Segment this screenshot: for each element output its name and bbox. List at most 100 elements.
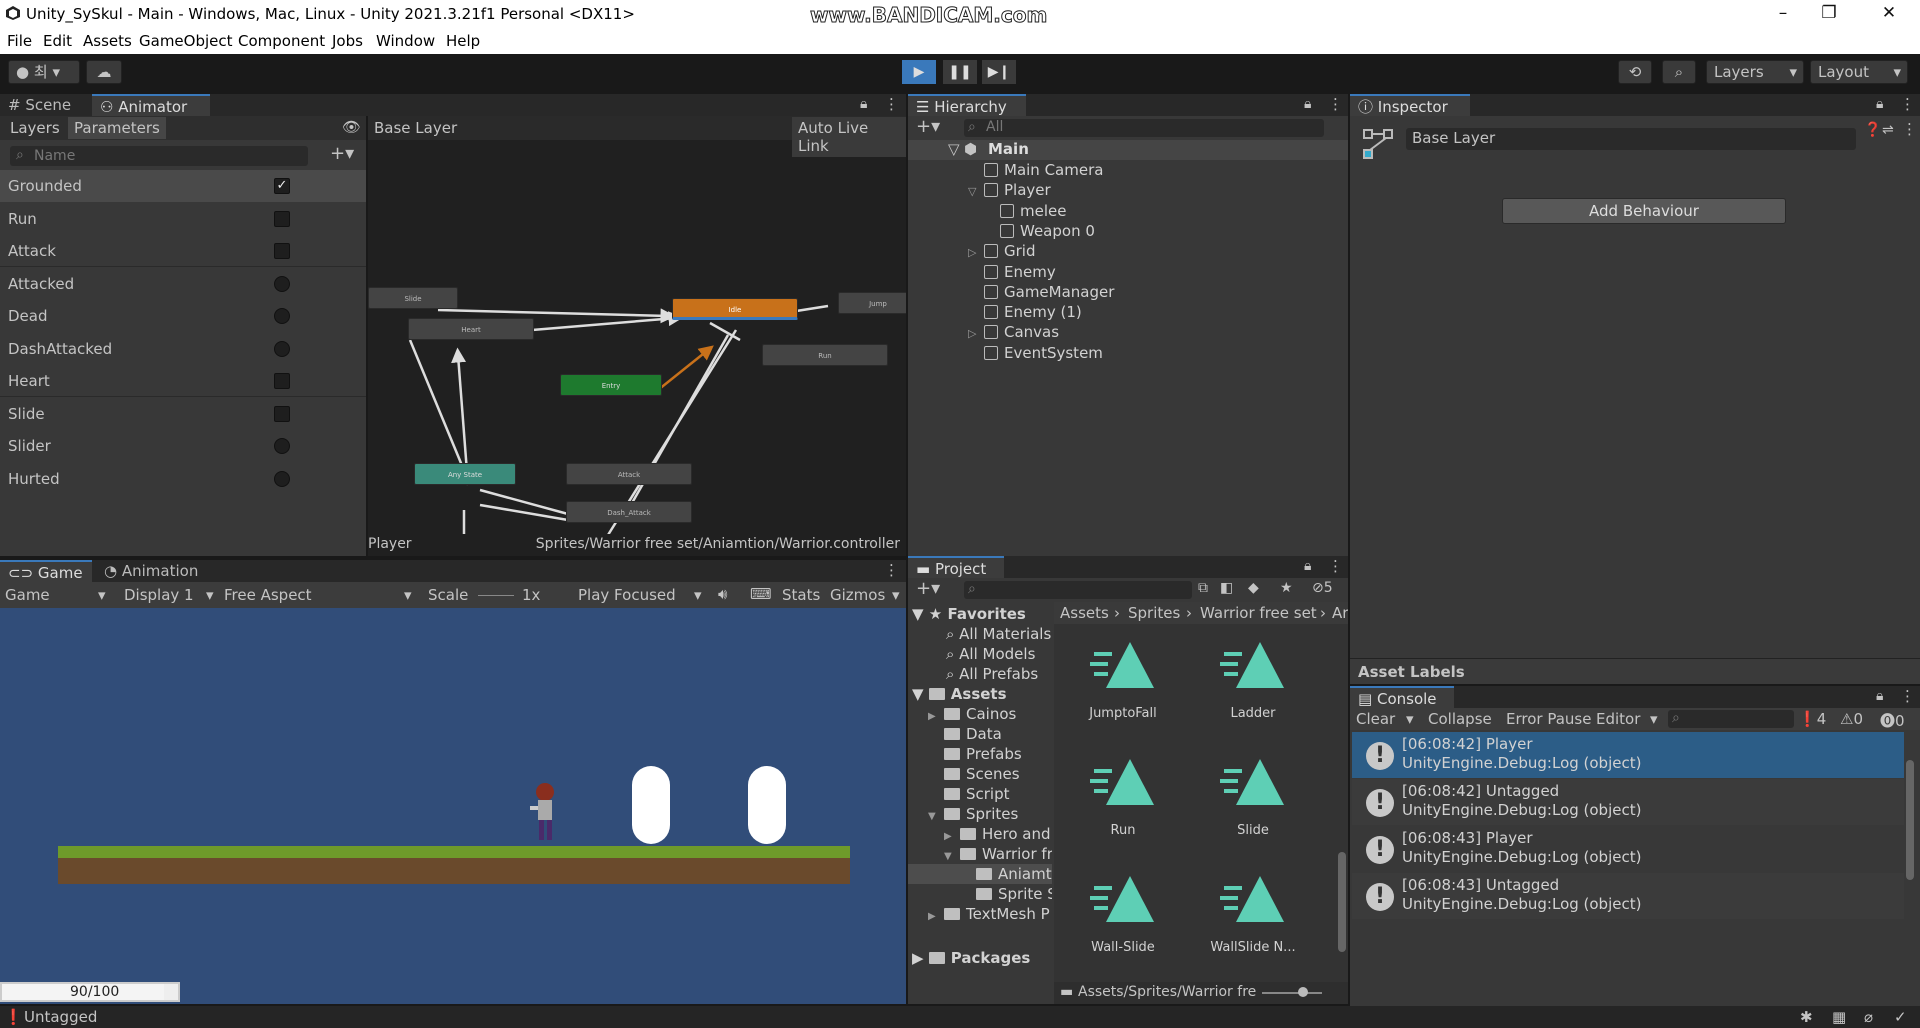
kebab-menu-icon[interactable]: ⋮: [884, 561, 899, 579]
parameter-search-input[interactable]: ⌕ Name: [10, 146, 308, 166]
tab-inspector[interactable]: ⓘ Inspector: [1350, 94, 1470, 116]
hierarchy-item[interactable]: ▷ Canvas: [968, 322, 1059, 342]
hidden-packages-icon[interactable]: ⊘5: [1312, 580, 1333, 596]
animation-clip-asset[interactable]: Run: [1068, 753, 1178, 838]
scene-row[interactable]: ▽ ⬢ Main: [908, 140, 1348, 160]
parameter-row-hurted[interactable]: Hurted: [0, 463, 366, 495]
status-message[interactable]: Untagged: [24, 1008, 97, 1026]
step-button[interactable]: ▶❙: [982, 60, 1016, 84]
parameter-row-grounded[interactable]: Grounded ✓: [0, 170, 366, 202]
menu-help[interactable]: Help: [446, 32, 480, 50]
state-node-heart[interactable]: Heart: [408, 318, 534, 340]
hierarchy-item[interactable]: ▽ Player: [968, 180, 1051, 200]
tab-project[interactable]: ▬ Project: [908, 556, 1004, 578]
console-log-entry[interactable]: ! [06:08:42] Player UnityEngine.Debug:Log …: [1352, 732, 1904, 778]
play-focused-dropdown[interactable]: Play Focused: [578, 586, 676, 604]
kebab-menu-icon[interactable]: ⋮: [1328, 95, 1343, 113]
play-button[interactable]: ▶: [902, 60, 936, 84]
kebab-menu-icon[interactable]: ⋮: [884, 95, 899, 113]
pause-button[interactable]: ❚❚: [943, 60, 977, 84]
clear-button[interactable]: Clear: [1356, 710, 1395, 728]
asset-labels-title[interactable]: Asset Labels: [1358, 663, 1465, 681]
tab-console[interactable]: ▤ Console: [1350, 686, 1454, 708]
tab-hierarchy[interactable]: ☰ Hierarchy: [908, 94, 1026, 116]
menu-gameobject[interactable]: GameObject: [139, 32, 233, 50]
add-behaviour-button[interactable]: Add Behaviour: [1502, 198, 1786, 224]
parameter-row-attack[interactable]: Attack: [0, 235, 366, 267]
search-button[interactable]: ⌕: [1662, 60, 1696, 84]
parameter-row-slider[interactable]: Slider: [0, 430, 366, 462]
menu-file[interactable]: File: [7, 32, 32, 50]
state-node-attack[interactable]: Attack: [566, 463, 692, 485]
folder-item[interactable]: ▼ Warrior fr: [944, 844, 1052, 864]
lock-icon[interactable]: 🔒︎: [1304, 558, 1311, 574]
lock-icon[interactable]: 🔒︎: [1876, 96, 1883, 112]
kebab-menu-icon[interactable]: ⋮: [1900, 687, 1915, 705]
gizmos-dropdown[interactable]: Gizmos: [830, 586, 885, 604]
layer-name-field[interactable]: Base Layer: [1406, 128, 1856, 150]
layers-dropdown[interactable]: Layers ▾: [1706, 60, 1804, 84]
error-pause-button[interactable]: Error Pause: [1506, 710, 1591, 728]
history-button[interactable]: ⟲: [1618, 60, 1652, 84]
parameters-subtab[interactable]: Parameters: [68, 117, 166, 139]
layout-dropdown[interactable]: Layout ▾: [1810, 60, 1908, 84]
folder-item[interactable]: Scenes: [928, 764, 1020, 784]
trigger-radio[interactable]: [274, 470, 290, 487]
bool-checkbox[interactable]: [274, 210, 290, 227]
folder-item[interactable]: Aniamti: [908, 864, 1052, 884]
stats-button[interactable]: Stats: [782, 586, 820, 604]
state-node-dash-attack[interactable]: Dash_Attack: [566, 501, 692, 523]
layer-breadcrumb[interactable]: Base Layer: [374, 119, 457, 137]
chevron-down-icon[interactable]: ▾: [1406, 710, 1414, 728]
cloud-button[interactable]: ☁: [86, 60, 122, 84]
folder-item[interactable]: ▶ Hero and: [944, 824, 1051, 844]
trigger-radio[interactable]: [274, 340, 290, 357]
menu-component[interactable]: Component: [238, 32, 325, 50]
parameter-row-slide[interactable]: Slide: [0, 398, 366, 430]
folder-item[interactable]: Sprite S: [960, 884, 1052, 904]
console-log-entry[interactable]: ! [06:08:42] Untagged UnityEngine.Debug:Lo…: [1352, 779, 1904, 825]
filter-type-icon[interactable]: ◧: [1220, 580, 1233, 596]
state-node-any-state[interactable]: Any State: [414, 463, 516, 485]
debug-icon[interactable]: ✱: [1800, 1008, 1813, 1026]
chevron-down-icon[interactable]: ▼: [928, 807, 944, 827]
menu-assets[interactable]: Assets: [83, 32, 132, 50]
tab-scene[interactable]: # Scene: [0, 94, 90, 116]
chevron-right-icon[interactable]: ▷: [968, 324, 984, 344]
info-filter-toggle[interactable]: ❗4: [1798, 710, 1826, 728]
collapse-button[interactable]: Collapse: [1428, 710, 1492, 728]
state-node-jump[interactable]: Jump: [838, 292, 906, 314]
project-search-input[interactable]: ⌕: [964, 581, 1192, 599]
chevron-right-icon[interactable]: ▶: [928, 907, 944, 927]
console-log-entry[interactable]: ! [06:08:43] Player UnityEngine.Debug:Log …: [1352, 826, 1904, 872]
breadcrumb-warrior[interactable]: Warrior free set: [1200, 604, 1317, 622]
hierarchy-item[interactable]: EventSystem: [968, 343, 1103, 363]
help-icon[interactable]: ❓: [1864, 122, 1881, 138]
create-asset-button[interactable]: +▾: [916, 578, 940, 599]
trigger-radio[interactable]: [274, 275, 290, 292]
hierarchy-item[interactable]: melee: [984, 201, 1066, 221]
create-button[interactable]: +▾: [916, 116, 940, 137]
editor-dropdown[interactable]: Editor: [1596, 710, 1640, 728]
folder-item[interactable]: Script: [928, 784, 1010, 804]
lock-icon[interactable]: 🔒︎: [1304, 96, 1311, 112]
preset-icon[interactable]: ⇌: [1882, 122, 1894, 138]
hierarchy-item[interactable]: Enemy (1): [968, 302, 1082, 322]
favorite-item[interactable]: ⌕ All Materials: [946, 624, 1051, 644]
chevron-down-icon[interactable]: ▽: [968, 182, 984, 202]
state-node-run[interactable]: Run: [762, 344, 888, 366]
kebab-menu-icon[interactable]: ⋮: [1902, 120, 1917, 138]
aspect-dropdown[interactable]: Free Aspect: [224, 586, 312, 604]
trigger-radio[interactable]: [274, 308, 290, 324]
animation-clip-asset[interactable]: JumptoFall: [1068, 636, 1178, 721]
parameter-row-run[interactable]: Run: [0, 203, 366, 235]
animator-graph[interactable]: Base Layer Auto Live Link Slide Heart Id…: [368, 116, 906, 556]
bool-checkbox[interactable]: [274, 243, 290, 259]
game-mode-dropdown[interactable]: Game: [5, 586, 50, 604]
console-log-entry[interactable]: ! [06:08:43] Untagged UnityEngine.Debug:Lo…: [1352, 873, 1904, 919]
tab-game[interactable]: ⊂⊃ Game: [0, 560, 92, 582]
lock-icon[interactable]: 🔒︎: [1876, 688, 1883, 704]
bool-checkbox[interactable]: ✓: [274, 178, 290, 194]
parameter-row-attacked[interactable]: Attacked: [0, 268, 366, 300]
tab-animator[interactable]: ⚇ Animator: [92, 94, 210, 116]
